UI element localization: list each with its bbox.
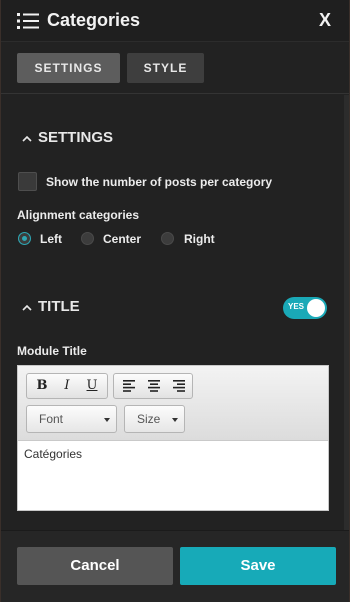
align-right-radio[interactable] xyxy=(161,232,174,245)
module-title-label: Module Title xyxy=(17,344,87,358)
panel-header: Categories X xyxy=(1,0,349,42)
chevron-up-icon xyxy=(22,135,32,142)
show-post-count-checkbox[interactable] xyxy=(18,172,37,191)
alignment-label: Alignment categories xyxy=(17,208,140,222)
close-button[interactable]: X xyxy=(319,10,331,31)
save-button[interactable]: Save xyxy=(180,547,336,585)
chevron-up-icon xyxy=(22,304,32,311)
cancel-button[interactable]: Cancel xyxy=(17,547,173,585)
align-center-icon xyxy=(148,380,160,392)
align-right-label: Right xyxy=(184,232,215,246)
list-menu-icon[interactable] xyxy=(17,13,39,29)
align-center-radio[interactable] xyxy=(81,232,94,245)
module-settings-panel: Categories X SETTINGS STYLE SETTINGS Sho… xyxy=(1,0,349,602)
tab-bar: SETTINGS STYLE xyxy=(1,42,349,94)
toggle-knob xyxy=(307,299,325,317)
size-select[interactable]: Size xyxy=(124,405,185,433)
module-title-input[interactable]: Catégories xyxy=(18,441,328,510)
caret-down-icon xyxy=(172,418,178,422)
text-style-group: B I U xyxy=(26,373,108,399)
underline-button[interactable]: U xyxy=(81,377,103,395)
title-section-title: TITLE xyxy=(38,298,80,315)
settings-section-title: SETTINGS xyxy=(38,129,114,146)
alignment-group xyxy=(113,373,193,399)
panel-title: Categories xyxy=(47,10,141,30)
bold-button[interactable]: B xyxy=(31,377,53,395)
align-right-button[interactable] xyxy=(168,377,190,395)
italic-button[interactable]: I xyxy=(56,377,78,395)
align-center-label: Center xyxy=(103,232,142,246)
rich-text-editor: B I U Font Size Catégories xyxy=(17,365,329,511)
align-left-radio[interactable] xyxy=(18,232,31,245)
editor-toolbar: B I U Font Size xyxy=(18,366,328,441)
align-center-button[interactable] xyxy=(143,377,165,395)
caret-down-icon xyxy=(104,418,110,422)
font-select-value: Font xyxy=(39,412,64,426)
panel-footer: Cancel Save xyxy=(1,530,349,602)
title-visibility-toggle[interactable]: YES xyxy=(283,297,327,319)
title-section-header[interactable]: TITLE xyxy=(22,298,80,315)
align-left-label: Left xyxy=(40,232,62,246)
align-right-icon xyxy=(173,380,185,392)
settings-section-header[interactable]: SETTINGS xyxy=(22,129,113,146)
show-post-count-label: Show the number of posts per category xyxy=(46,175,273,189)
font-select[interactable]: Font xyxy=(26,405,117,433)
settings-scroll-area[interactable]: SETTINGS Show the number of posts per ca… xyxy=(1,95,349,530)
tab-settings[interactable]: SETTINGS xyxy=(17,53,120,83)
toggle-state-label: YES xyxy=(288,302,305,311)
tab-style[interactable]: STYLE xyxy=(127,53,204,83)
scrollbar[interactable] xyxy=(344,95,349,530)
align-left-icon xyxy=(123,380,135,392)
size-select-value: Size xyxy=(137,412,161,426)
align-left-button[interactable] xyxy=(118,377,140,395)
